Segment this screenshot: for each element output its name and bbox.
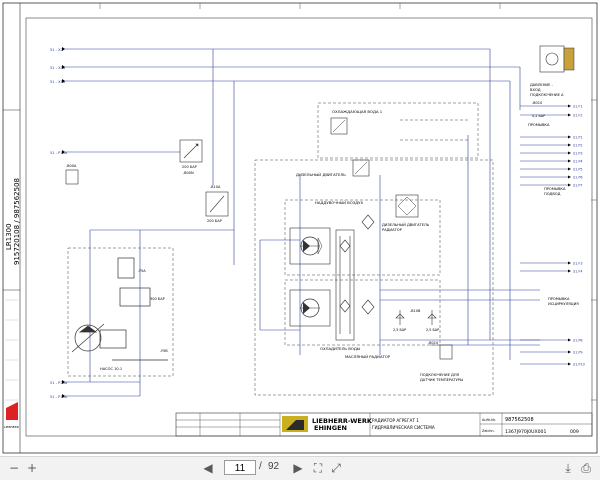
charge-air-motor-icon bbox=[289, 227, 331, 265]
label-diesel-radiator: ДИЗЕЛЬНЫЙ ДВИГАТЕЛЬ РАДИАТОР bbox=[382, 222, 430, 232]
fit-page-icon[interactable]: ⛶ bbox=[310, 461, 326, 475]
label-bar-25a: 2,5 БАР bbox=[393, 328, 406, 332]
label-pump: НАСОС 10.1 bbox=[100, 367, 122, 371]
liebherr-logo-icon: LIEBHERR bbox=[4, 402, 19, 429]
label-cooling-water: ОХЛАЖДАЮЩАЯ ВОДА 1 bbox=[332, 109, 383, 114]
pdf-viewer-toolbar: − + ◀ 11 / 92 ▶ ⛶ ⤢ ⤓ ⎙ bbox=[0, 456, 600, 480]
row1-label: Auftr.Nr. bbox=[482, 418, 496, 422]
oil-cooler-motor-icon bbox=[289, 289, 331, 327]
label-b01m: -B010 bbox=[532, 101, 542, 105]
port-label: S1.P7 bbox=[573, 183, 583, 187]
port-arrow-icon bbox=[568, 350, 571, 354]
label-b10b: -B10B bbox=[410, 309, 421, 313]
diesel-radiator-element bbox=[395, 194, 419, 218]
label-bar-25b: 2,5 БАР bbox=[426, 328, 439, 332]
port-label: S1.P2 bbox=[573, 143, 583, 147]
pressure-sensor bbox=[65, 169, 79, 185]
port-arrow-icon bbox=[568, 362, 571, 366]
port-label: S1.P5 bbox=[573, 167, 583, 171]
label-temp-sensor: ПОДКЛЮЧЕНИЕ ДЛЯ ДАТЧИК ТЕМПЕРАТУРЫ bbox=[420, 373, 463, 382]
port-label: S1.F2 bbox=[573, 113, 583, 117]
right-port-list: S1.F1 S1.F2 S1.P1 S1.P2 S1.P3 S1.P4 S1.P5 S1.P6… bbox=[520, 104, 585, 366]
rotated-subtitle: 915720108 / 987562508 bbox=[13, 178, 21, 265]
title-block: LIEBHERR-WERK EHINGEN РАДИАТОР АГРЕГАТ 1 … bbox=[175, 412, 593, 437]
page-number-input[interactable]: 11 bbox=[224, 460, 256, 475]
prev-page-button[interactable]: ◀ bbox=[200, 461, 216, 475]
excavator-logo-icon bbox=[282, 416, 308, 432]
port-label: S1.F1 bbox=[573, 104, 583, 108]
port-label: S1.P10 bbox=[573, 362, 585, 366]
port-label: S1.P1 bbox=[573, 135, 583, 139]
port-arrow-icon bbox=[568, 143, 571, 147]
pump-box bbox=[67, 247, 174, 377]
label-bar-300: 300 БАР bbox=[150, 297, 165, 301]
label-diesel-engine: ДИЗЕЛЬНЫЙ ДВИГАТЕЛЬ bbox=[296, 172, 346, 177]
heat-exchanger-icon bbox=[335, 214, 375, 341]
drawing-title-2: ГИДРАВЛИЧЕСКАЯ СИСТЕМА bbox=[372, 425, 435, 430]
company-name: LIEBHERR-WERK EHINGEN bbox=[312, 417, 373, 432]
label-b010: -B010 bbox=[428, 341, 438, 345]
label-y5b: -Y5B bbox=[160, 349, 168, 353]
input-x2: 51 - X2 bbox=[50, 48, 63, 52]
drawing-title-1: РАДИАТОР АГРЕГАТ 1 bbox=[372, 418, 419, 423]
port-arrow-icon bbox=[568, 135, 571, 139]
svg-text:LIEBHERR: LIEBHERR bbox=[4, 425, 19, 429]
engine-zone-box bbox=[254, 159, 494, 396]
port-label: S1.P9 bbox=[573, 350, 583, 354]
port-label: S1.F3 bbox=[573, 261, 583, 265]
port-arrow-icon bbox=[568, 338, 571, 342]
caption-group-ports: ПРОМЫВКА ПОДВОД bbox=[544, 187, 566, 196]
fullscreen-icon[interactable]: ⤢ bbox=[328, 461, 344, 475]
schematic-sheet: LR1300 915720108 / 987562508 LIEBHERR 51… bbox=[0, 0, 600, 456]
port-label: S1.P6 bbox=[573, 175, 583, 179]
rotated-title: LR1300 bbox=[5, 223, 13, 250]
label-b00n: -B00N bbox=[183, 171, 194, 175]
port-arrow-icon bbox=[568, 261, 571, 265]
next-page-button[interactable]: ▶ bbox=[290, 461, 306, 475]
hydraulic-schematic: LR1300 915720108 / 987562508 LIEBHERR 51… bbox=[2, 2, 598, 454]
port-label: S1.P3 bbox=[573, 151, 583, 155]
caption-mid-ports: ПРОМЫВКА ИСЦИРКУЛЯЦИЯ bbox=[548, 297, 579, 306]
drawing-number: 987562508 bbox=[505, 417, 534, 423]
port-arrow-icon bbox=[568, 269, 571, 273]
label-y5a: -Y5A bbox=[138, 269, 146, 273]
caption-top-ports: ПРОМЫВКА bbox=[528, 123, 550, 127]
label-b10a: -B10A bbox=[210, 185, 221, 189]
label-bar-02: 0,2 БАР bbox=[532, 114, 545, 118]
temp-sensor-element bbox=[439, 344, 453, 360]
port-label: S1.P4 bbox=[573, 159, 583, 163]
zoom-out-icon[interactable]: − bbox=[6, 461, 22, 475]
port-arrow-icon bbox=[568, 183, 571, 187]
zoom-in-icon[interactable]: + bbox=[24, 461, 40, 475]
label-charge-air: НАДДУВОЧНЫЙ ВОЗДУХ bbox=[315, 200, 363, 205]
label-water-cooler: ОХЛАДИТЕЛЬ ВОДЫ bbox=[320, 346, 360, 351]
valve-b10a-icon bbox=[205, 191, 229, 217]
sheet-reference: 1367J970J0UX001 bbox=[505, 429, 546, 435]
port-label: S1.P8 bbox=[573, 338, 583, 342]
row2-label: Zeichn. bbox=[482, 429, 495, 433]
input-p1sa: 51 - P1Sa bbox=[50, 151, 67, 155]
label-bar-200b: 200 БАР bbox=[207, 219, 222, 223]
port-label: S1.F4 bbox=[573, 269, 583, 273]
download-icon[interactable]: ⤓ bbox=[560, 461, 576, 475]
hydraulic-pump-icon bbox=[71, 257, 168, 361]
print-icon[interactable]: ⎙ bbox=[578, 461, 594, 475]
sheet-number: 009 bbox=[570, 429, 579, 435]
input-p1sb: 51 - P1Sb bbox=[50, 395, 68, 399]
pressure-input-connector-icon bbox=[539, 45, 575, 73]
port-arrow-icon bbox=[568, 167, 571, 171]
label-oil-radiator: МАСЛЯНЫЙ РАДИАТОР bbox=[345, 354, 391, 359]
port-arrow-icon bbox=[568, 151, 571, 155]
page-total: 92 bbox=[268, 461, 280, 472]
port-arrow-icon bbox=[568, 159, 571, 163]
page-separator: / bbox=[259, 461, 262, 472]
valve-b00n-icon bbox=[179, 139, 203, 163]
port-arrow-icon bbox=[568, 113, 571, 117]
label-b00a: -B00A bbox=[66, 164, 77, 168]
input-p2sa: 51 - P2Sa bbox=[50, 381, 67, 385]
label-bar-200: 200 БАР bbox=[182, 165, 197, 169]
port-arrow-icon bbox=[568, 104, 571, 108]
label-pressure-input: ДАВЛЕНИЕ -ВХОД ПОДКЛЮЧЕНИЕ А bbox=[530, 83, 564, 97]
port-arrow-icon bbox=[568, 175, 571, 179]
